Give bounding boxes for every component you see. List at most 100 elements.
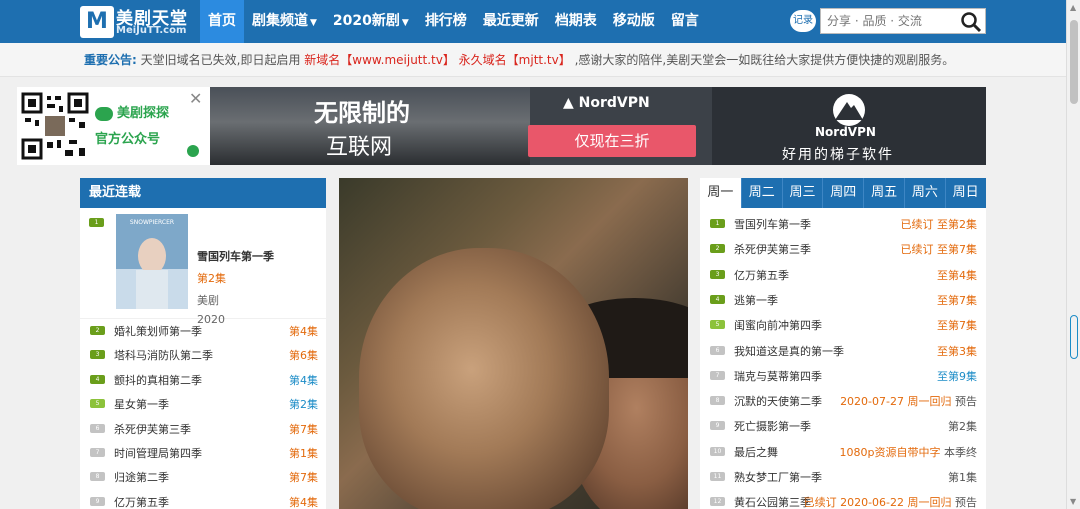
series-title-link[interactable]: 闺蜜向前冲第四季 xyxy=(734,317,822,333)
side-slider-handle[interactable] xyxy=(1070,315,1078,359)
announcement-bar: 重要公告: 天堂旧域名已失效,即日起启用 新域名【www.meijutt.tv】… xyxy=(0,43,1066,77)
status-group: 1080p资源自带中字 本季终 xyxy=(840,444,977,460)
series-title-link[interactable]: 星女第一季 xyxy=(114,396,169,412)
series-title-link[interactable]: 杀死伊芙第三季 xyxy=(114,421,191,437)
tab-weekday[interactable]: 周一 xyxy=(700,178,741,208)
episode-count: 第7集 xyxy=(289,422,318,436)
menu-item-2020-new[interactable]: 2020新剧 ▼ xyxy=(325,0,417,43)
rank-badge: 3 xyxy=(90,350,105,360)
list-item[interactable]: 2 婚礼策划师第一季 第4集 xyxy=(80,319,326,343)
menu-item-series-channel[interactable]: 剧集频道 ▼ xyxy=(244,0,325,43)
menu-item-schedule[interactable]: 档期表 xyxy=(547,0,605,43)
series-title-link[interactable]: 塔科马消防队第二季 xyxy=(114,347,213,363)
tab-weekday[interactable]: 周二 xyxy=(740,178,782,208)
wechat-account-type: 官方公众号 xyxy=(95,132,161,147)
episode-progress: 本季终 xyxy=(944,445,977,459)
series-title-link[interactable]: 亿万第五季 xyxy=(114,494,169,509)
status-group: 至第4集 xyxy=(937,267,977,283)
scroll-down-icon[interactable]: ▼ xyxy=(1070,497,1076,506)
schedule-row[interactable]: 7 瑞克与莫蒂第四季 至第9集 xyxy=(700,363,986,388)
announcement-label: 重要公告: xyxy=(84,53,137,67)
tab-weekday[interactable]: 周三 xyxy=(781,178,823,208)
menu-item-recent-updates[interactable]: 最近更新 xyxy=(475,0,547,43)
menu-item-home[interactable]: 首页 xyxy=(200,0,244,43)
schedule-row[interactable]: 5 闺蜜向前冲第四季 至第7集 xyxy=(700,312,986,337)
permanent-domain-link[interactable]: 永久域名【mjtt.tv】 xyxy=(459,53,571,67)
menu-item-mobile[interactable]: 移动版 xyxy=(605,0,663,43)
list-item[interactable]: 4 颤抖的真相第二季 第4集 xyxy=(80,368,326,392)
series-title-link[interactable]: 最后之舞 xyxy=(734,444,778,460)
schedule-row[interactable]: 3 亿万第五季 至第4集 xyxy=(700,262,986,287)
list-item[interactable]: 5 星女第一季 第2集 xyxy=(80,392,326,416)
tab-weekday[interactable]: 周四 xyxy=(822,178,864,208)
search-icon[interactable] xyxy=(960,11,982,33)
schedule-row[interactable]: 8 沉默的天使第二季 2020-07-27 周一回归 预告 xyxy=(700,388,986,413)
recent-serials-header: 最近连载 xyxy=(80,178,326,208)
rank-badge: 8 xyxy=(90,472,105,482)
hero-banner-image[interactable] xyxy=(339,178,688,509)
episode-progress: 至第7集 xyxy=(937,319,977,333)
list-item[interactable]: 8 归途第二季 第7集 xyxy=(80,465,326,489)
search-input[interactable] xyxy=(821,9,951,33)
ad-cta-button[interactable]: 仅现在三折 xyxy=(528,125,696,157)
rank-badge: 7 xyxy=(710,370,725,380)
list-item[interactable]: 7 时间管理局第四季 第1集 xyxy=(80,441,326,465)
schedule-row[interactable]: 4 逃第一季 至第7集 xyxy=(700,287,986,312)
tab-weekday[interactable]: 周五 xyxy=(863,178,904,208)
close-ad-icon[interactable]: ✕ xyxy=(189,89,202,108)
schedule-row[interactable]: 9 死亡摄影第一季 第2集 xyxy=(700,413,986,438)
status-group: 2020-07-27 周一回归 预告 xyxy=(840,393,977,409)
schedule-row[interactable]: 10 最后之舞 1080p资源自带中字 本季终 xyxy=(700,439,986,464)
series-title-link[interactable]: 瑞克与莫蒂第四季 xyxy=(734,368,822,384)
caret-down-icon: ▼ xyxy=(401,18,409,28)
scroll-up-icon[interactable]: ▲ xyxy=(1070,3,1076,12)
list-item[interactable]: 9 亿万第五季 第4集 xyxy=(80,490,326,509)
new-domain-link[interactable]: 新域名【www.meijutt.tv】 xyxy=(304,53,455,67)
list-item[interactable]: 6 杀死伊芙第三季 第7集 xyxy=(80,417,326,441)
schedule-row[interactable]: 1 雪国列车第一季 已续订 至第2集 xyxy=(700,211,986,236)
featured-poster[interactable]: SNOWPIERCER xyxy=(116,214,188,309)
schedule-row[interactable]: 6 我知道这是真的第一季 至第3集 xyxy=(700,338,986,363)
status-group: 至第7集 xyxy=(937,292,977,308)
site-logo[interactable]: M 美剧天堂 MeiJuTT.com xyxy=(80,4,196,40)
featured-title[interactable]: 雪国列车第一季 xyxy=(197,248,274,264)
series-title-link[interactable]: 杀死伊芙第三季 xyxy=(734,241,811,257)
series-title-link[interactable]: 婚礼策划师第一季 xyxy=(114,323,202,339)
series-title-link[interactable]: 死亡摄影第一季 xyxy=(734,418,811,434)
scrollbar-thumb[interactable] xyxy=(1070,20,1078,104)
featured-item[interactable]: 1 SNOWPIERCER 雪国列车第一季 第2集 美剧 2020 xyxy=(80,208,326,326)
tab-weekday[interactable]: 周六 xyxy=(903,178,945,208)
schedule-row[interactable]: 2 杀死伊芙第三季 已续订 至第7集 xyxy=(700,236,986,261)
series-title-link[interactable]: 时间管理局第四季 xyxy=(114,445,202,461)
recent-serials-panel: 最近连载 1 SNOWPIERCER 雪国列车第一季 第2集 美剧 2020 2… xyxy=(80,178,326,509)
ad-banner[interactable]: 美剧探探 官方公众号 ✕ 无限制的 互联网 ▲ NordVPN 仅现在三折 No… xyxy=(17,87,986,165)
schedule-row[interactable]: 11 熟女梦工厂第一季 第1集 xyxy=(700,464,986,489)
series-title-link[interactable]: 我知道这是真的第一季 xyxy=(734,343,844,359)
episode-count: 第4集 xyxy=(289,495,318,509)
hero-person-left xyxy=(359,248,609,509)
nordvpn-brand-text: NordVPN xyxy=(815,125,876,139)
series-title-link[interactable]: 黄石公园第三季 xyxy=(734,494,811,509)
history-record-button[interactable]: 记录 xyxy=(790,10,816,32)
rank-badge: 1 xyxy=(710,219,725,228)
series-title-link[interactable]: 颤抖的真相第二季 xyxy=(114,372,202,388)
rank-badge: 9 xyxy=(710,421,725,431)
schedule-row[interactable]: 12 黄石公园第三季 已续订 2020-06-22 周一回归 预告 xyxy=(700,489,986,509)
page-scrollbar[interactable]: ▲ ▼ xyxy=(1066,0,1080,509)
series-title-link[interactable]: 沉默的天使第二季 xyxy=(734,393,822,409)
menu-item-ranking[interactable]: 排行榜 xyxy=(417,0,475,43)
series-title-link[interactable]: 亿万第五季 xyxy=(734,267,789,283)
tab-weekday[interactable]: 周日 xyxy=(944,178,986,208)
series-title-link[interactable]: 逃第一季 xyxy=(734,292,778,308)
series-title-link[interactable]: 归途第二季 xyxy=(114,469,169,485)
rank-badge: 5 xyxy=(90,399,105,409)
series-title-link[interactable]: 雪国列车第一季 xyxy=(734,216,811,232)
episode-count: 第4集 xyxy=(289,373,318,387)
rank-badge: 10 xyxy=(710,446,725,456)
list-item[interactable]: 3 塔科马消防队第二季 第6集 xyxy=(80,343,326,367)
menu-item-message[interactable]: 留言 xyxy=(663,0,707,43)
svg-text:SNOWPIERCER: SNOWPIERCER xyxy=(130,219,174,226)
status-group: 已续订 至第7集 xyxy=(901,241,978,257)
series-title-link[interactable]: 熟女梦工厂第一季 xyxy=(734,469,822,485)
status-group: 第1集 xyxy=(948,469,977,485)
